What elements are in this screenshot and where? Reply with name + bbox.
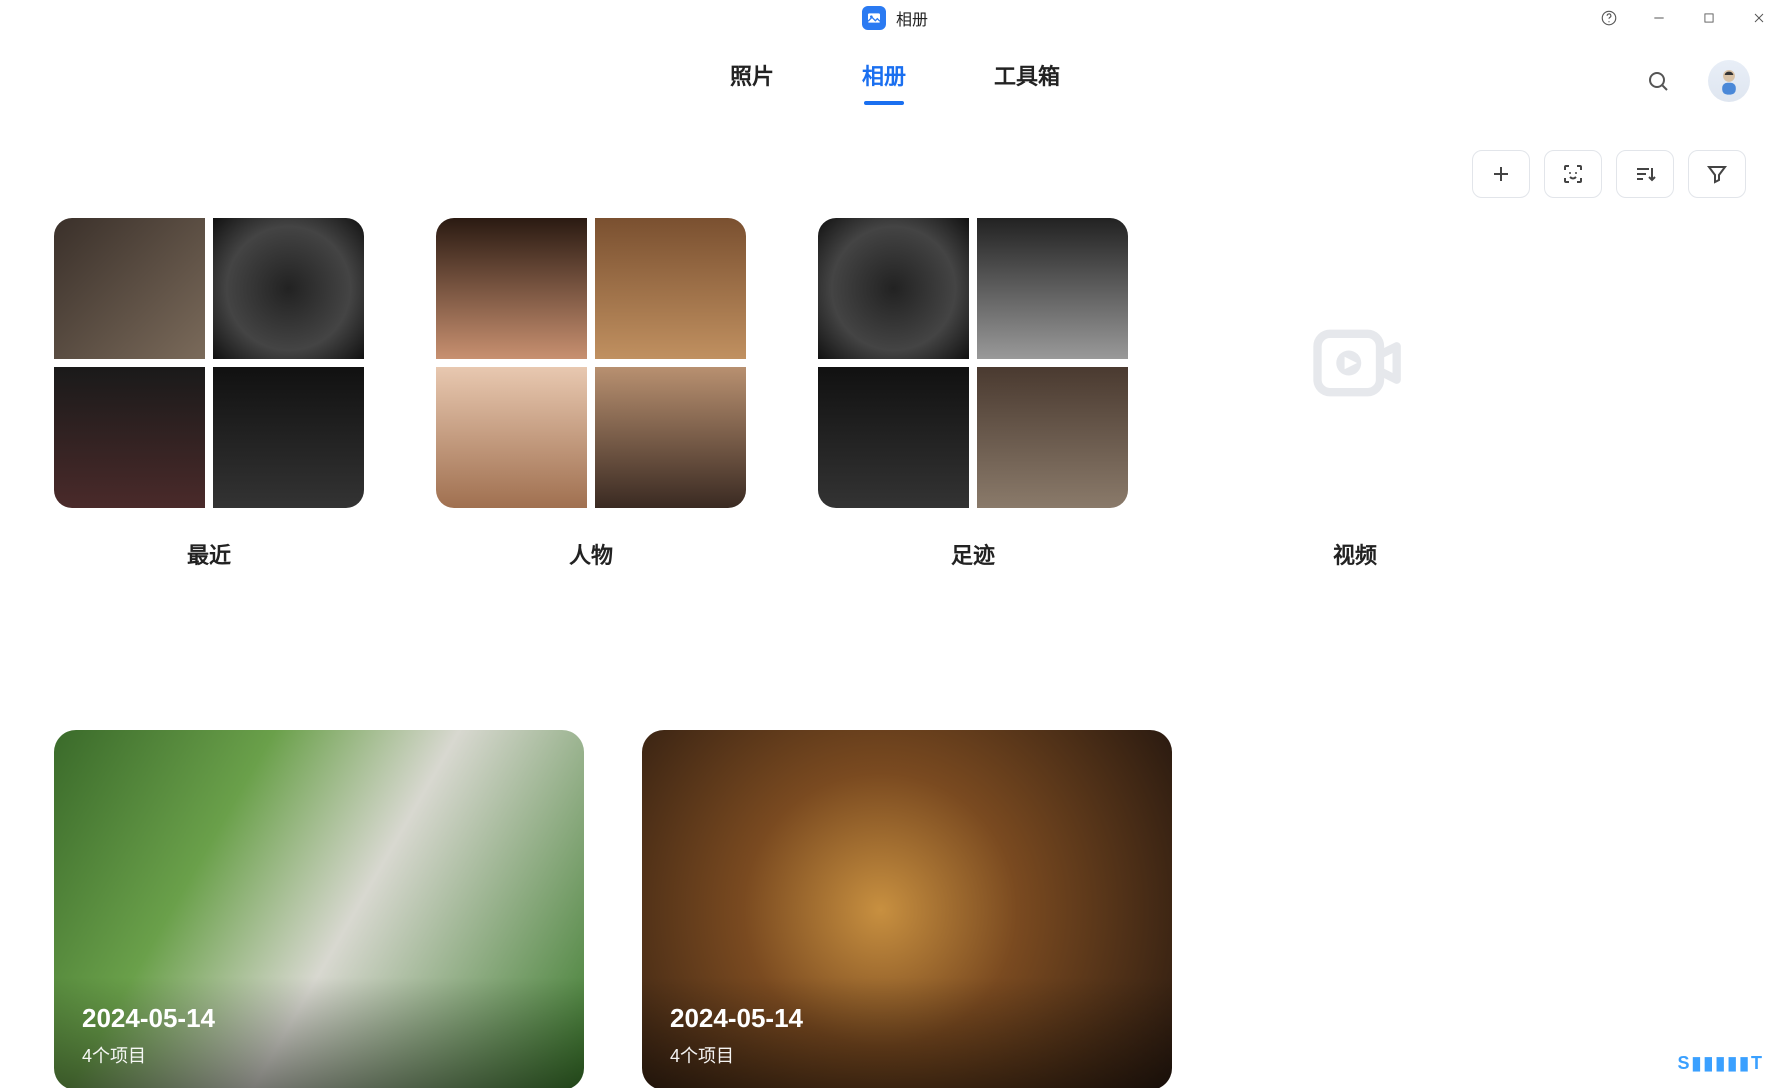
help-button[interactable] <box>1586 2 1632 34</box>
category-video-label: 视频 <box>1200 538 1510 570</box>
thumb <box>54 218 205 359</box>
thumb <box>213 367 364 508</box>
profile-avatar[interactable] <box>1708 60 1750 102</box>
category-recent[interactable]: 最近 <box>54 218 364 570</box>
search-button[interactable] <box>1644 67 1672 95</box>
thumb <box>595 367 746 508</box>
minimize-button[interactable] <box>1636 2 1682 34</box>
thumb <box>977 367 1128 508</box>
category-people-thumbs <box>436 218 746 508</box>
app-title: 相册 <box>896 6 928 30</box>
thumb <box>436 367 587 508</box>
album-overlay: 2024-05-14 4个项目 <box>642 977 1172 1088</box>
thumb <box>977 218 1128 359</box>
thumb <box>818 218 969 359</box>
album-toolbar <box>0 126 1790 218</box>
album-item-count: 4个项目 <box>670 1042 1144 1068</box>
thumb <box>595 218 746 359</box>
tab-toolbox[interactable]: 工具箱 <box>994 59 1060 103</box>
album-title: 2024-05-14 <box>670 1003 1144 1034</box>
album-title: 2024-05-14 <box>82 1003 556 1034</box>
watermark: S▮▮▮▮▮T <box>1677 1053 1764 1074</box>
smart-categories: 最近 人物 足迹 视频 <box>54 218 1736 570</box>
tab-albums[interactable]: 相册 <box>862 59 906 103</box>
category-recent-label: 最近 <box>54 538 364 570</box>
main-tabs: 照片 相册 工具箱 <box>730 59 1060 103</box>
user-albums: 2024-05-14 4个项目 2024-05-14 4个项目 <box>54 730 1736 1088</box>
category-people-label: 人物 <box>436 538 746 570</box>
app-icon <box>862 6 886 30</box>
category-video[interactable]: 视频 <box>1200 218 1510 570</box>
close-button[interactable] <box>1736 2 1782 34</box>
tab-photos[interactable]: 照片 <box>730 59 774 103</box>
category-footprints-thumbs <box>818 218 1128 508</box>
content-area: 最近 人物 足迹 视频 <box>0 218 1790 1088</box>
main-header: 照片 相册 工具箱 <box>0 36 1790 126</box>
add-album-button[interactable] <box>1472 150 1530 198</box>
sort-button[interactable] <box>1616 150 1674 198</box>
category-people[interactable]: 人物 <box>436 218 746 570</box>
video-placeholder-icon <box>1200 218 1510 508</box>
thumb <box>436 218 587 359</box>
album-overlay: 2024-05-14 4个项目 <box>54 977 584 1088</box>
thumb <box>54 367 205 508</box>
category-footprints[interactable]: 足迹 <box>818 218 1128 570</box>
thumb <box>818 367 969 508</box>
titlebar: 相册 <box>0 0 1790 36</box>
filter-button[interactable] <box>1688 150 1746 198</box>
maximize-button[interactable] <box>1686 2 1732 34</box>
category-recent-thumbs <box>54 218 364 508</box>
thumb <box>213 218 364 359</box>
category-footprints-label: 足迹 <box>818 538 1128 570</box>
album-item-count: 4个项目 <box>82 1042 556 1068</box>
user-album-card[interactable]: 2024-05-14 4个项目 <box>54 730 584 1088</box>
user-album-card[interactable]: 2024-05-14 4个项目 <box>642 730 1172 1088</box>
face-recognize-button[interactable] <box>1544 150 1602 198</box>
